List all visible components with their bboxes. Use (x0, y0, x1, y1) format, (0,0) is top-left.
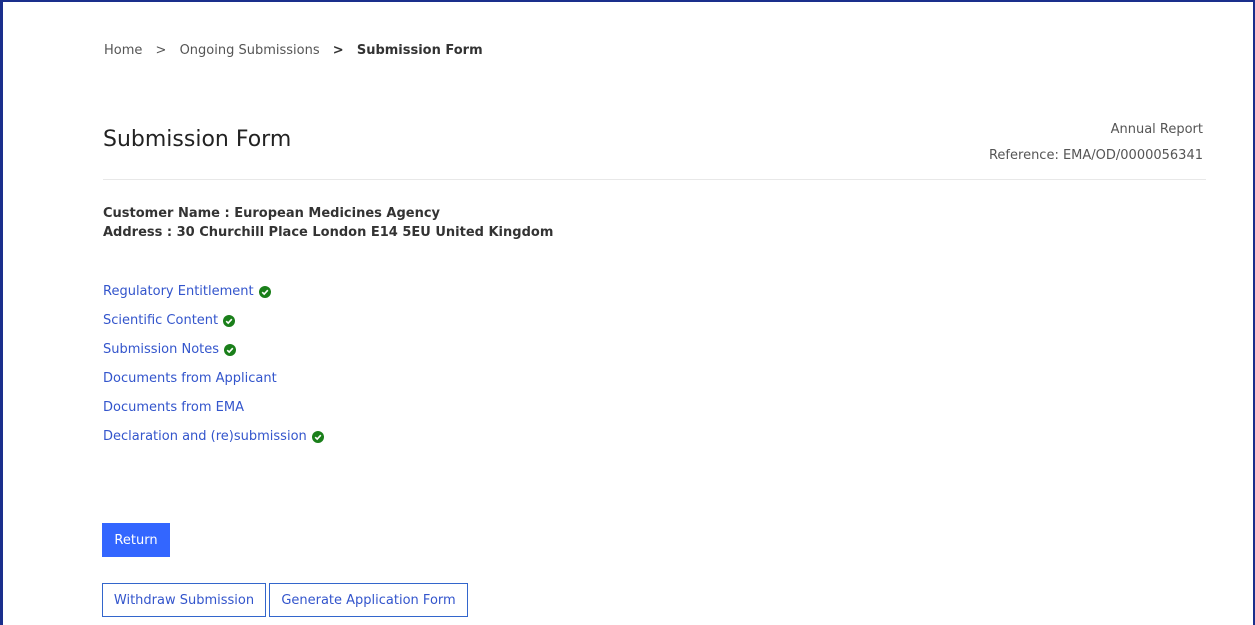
customer-info: Customer Name : European Medicines Agenc… (103, 204, 553, 242)
header-divider (103, 179, 1206, 180)
generate-application-form-button[interactable]: Generate Application Form (269, 583, 468, 617)
check-circle-icon (224, 344, 237, 356)
section-item-documents-from-ema: Documents from EMA (103, 400, 324, 429)
section-link-regulatory-entitlement[interactable]: Regulatory Entitlement (103, 284, 254, 299)
section-link-scientific-content[interactable]: Scientific Content (103, 313, 218, 328)
reference-number: Reference: EMA/OD/0000056341 (988, 148, 1203, 163)
customer-name: Customer Name : European Medicines Agenc… (103, 206, 441, 221)
report-type: Annual Report (1110, 122, 1203, 137)
section-link-documents-from-ema[interactable]: Documents from EMA (103, 400, 244, 415)
breadcrumb: Home > Ongoing Submissions > Submission … (104, 43, 483, 58)
section-item-declaration-resubmission: Declaration and (re)submission (103, 429, 324, 458)
check-circle-icon (223, 315, 236, 327)
section-item-scientific-content: Scientific Content (103, 313, 324, 342)
submission-meta: Annual Report Reference: EMA/OD/00000563… (989, 117, 1203, 169)
breadcrumb-home[interactable]: Home (104, 43, 142, 58)
page-title: Submission Form (103, 127, 292, 152)
check-circle-icon (258, 286, 271, 298)
section-item-regulatory-entitlement: Regulatory Entitlement (103, 284, 324, 313)
check-circle-icon (311, 431, 324, 443)
customer-address: Address : 30 Churchill Place London E14 … (103, 225, 554, 240)
section-link-declaration-resubmission[interactable]: Declaration and (re)submission (103, 429, 307, 444)
section-list: Regulatory Entitlement Scientific Conten… (103, 284, 324, 458)
section-item-submission-notes: Submission Notes (103, 342, 324, 371)
withdraw-submission-button[interactable]: Withdraw Submission (102, 583, 266, 617)
section-link-submission-notes[interactable]: Submission Notes (103, 342, 219, 357)
return-button[interactable]: Return (102, 523, 170, 557)
breadcrumb-separator: > (155, 43, 167, 58)
section-item-documents-from-applicant: Documents from Applicant (103, 371, 324, 400)
section-link-documents-from-applicant[interactable]: Documents from Applicant (103, 371, 277, 386)
breadcrumb-ongoing-submissions[interactable]: Ongoing Submissions (180, 43, 320, 58)
breadcrumb-separator: > (332, 43, 344, 58)
breadcrumb-current: Submission Form (356, 43, 483, 58)
